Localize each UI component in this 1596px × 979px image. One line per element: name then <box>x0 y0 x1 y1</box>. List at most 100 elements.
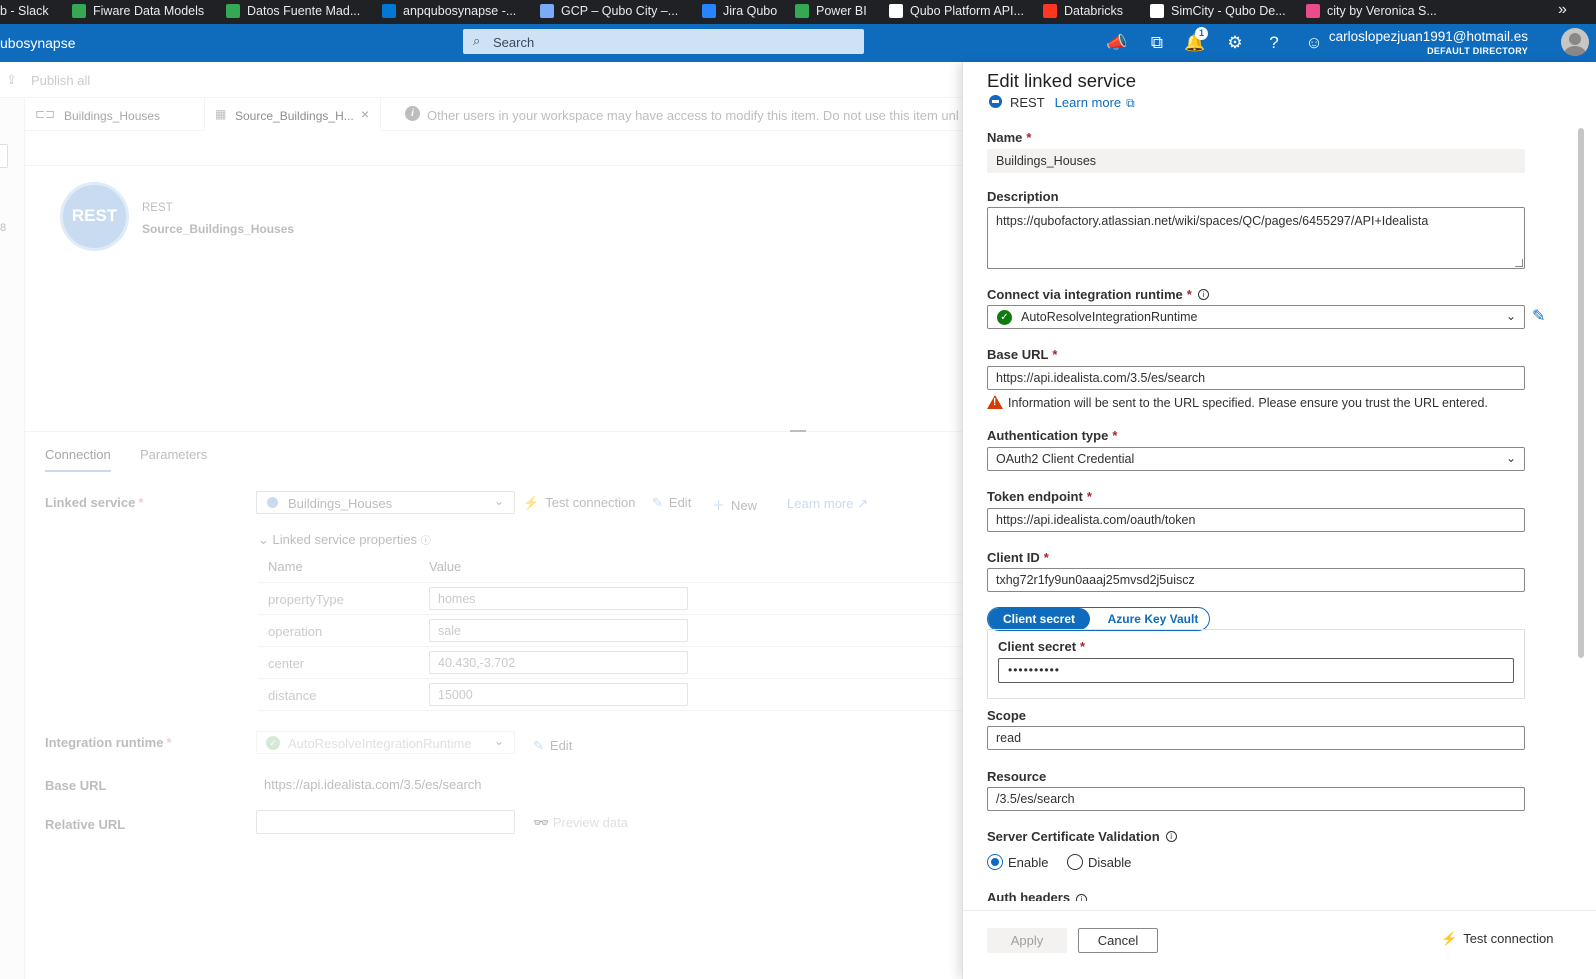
nav-box[interactable] <box>0 144 8 168</box>
github-icon <box>889 4 903 18</box>
glasses-icon: 👓 <box>533 815 550 830</box>
integration-runtime-select[interactable]: ✓ AutoResolveIntegrationRuntime ⌄ <box>256 731 515 754</box>
rest-logo-icon: REST <box>60 182 129 251</box>
check-circle-icon: ✓ <box>997 310 1012 325</box>
megaphone-icon[interactable]: 📣 <box>1106 33 1128 55</box>
ir-edit-button[interactable]: ✎ Edit <box>533 738 572 754</box>
linked-service-select[interactable]: Buildings_Houses ⌄ <box>256 491 515 514</box>
edit-runtime-pencil-icon[interactable]: ✎ <box>1532 306 1545 326</box>
feedback-icon[interactable]: ☺ <box>1303 33 1325 55</box>
chevron-down-icon: ⌄ <box>258 532 269 547</box>
publish-all-button[interactable]: Publish all <box>31 73 90 88</box>
avatar[interactable] <box>1561 28 1589 56</box>
param-value-input[interactable]: 40.430,-3.702 <box>429 651 688 674</box>
bookmark-label: Qubo Platform API... <box>910 4 1024 18</box>
bookmark-item[interactable]: city by Veronica S... <box>1306 0 1437 24</box>
close-tab-icon[interactable]: × <box>361 106 369 122</box>
bookmark-label: Power BI <box>816 4 867 18</box>
client-id-field[interactable]: txhg72r1fy9un0aaaj25mvsd2j5uiscz <box>987 568 1525 592</box>
dataset-canvas: REST REST Source_Buildings_Houses <box>25 165 962 495</box>
test-connection-button[interactable]: ⚡ Test connection <box>1441 931 1554 947</box>
dribbble-icon <box>1306 4 1320 18</box>
param-name: center <box>268 656 305 671</box>
chevron-down-icon: ⌄ <box>1505 451 1516 465</box>
plug-icon: ⚡ <box>1441 931 1458 946</box>
bookmark-label: Datos Fuente Mad... <box>247 4 361 18</box>
bookmark-item[interactable]: Databricks <box>1043 0 1123 24</box>
info-icon: i <box>1165 831 1177 842</box>
new-button[interactable]: ＋ New <box>712 495 757 514</box>
bookmark-label: anpqubosynapse -... <box>403 4 517 18</box>
scope-label: Scope <box>987 708 1027 723</box>
toolbar: ⇪ Publish all <box>0 62 962 98</box>
param-value-input[interactable]: homes <box>429 587 688 610</box>
bookmark-item[interactable]: Jira Qubo <box>702 0 777 24</box>
panel-footer: Apply Cancel ⚡ Test connection <box>963 910 1596 979</box>
base-url-label: Base URL <box>45 778 107 793</box>
linked-service-properties-toggle[interactable]: ⌄ Linked service properties ⓘ <box>258 532 431 548</box>
more-bookmarks-icon[interactable]: » <box>1558 0 1567 20</box>
bookmark-item[interactable]: GCP – Qubo City –... <box>540 0 678 24</box>
bookmark-item[interactable]: Fiware Data Models <box>72 0 204 24</box>
pane-divider <box>25 431 962 432</box>
cert-validation-label: Server Certificate Validation i <box>987 829 1177 844</box>
name-field[interactable]: Buildings_Houses <box>987 149 1525 173</box>
disable-radio[interactable]: Disable <box>1067 851 1131 870</box>
user-directory: DEFAULT DIRECTORY <box>1427 46 1528 56</box>
workspace-name[interactable]: ubosynapse <box>0 35 76 51</box>
apply-button[interactable]: Apply <box>987 928 1067 953</box>
preview-data-button[interactable]: 👓 Preview data <box>533 815 628 831</box>
azure-key-vault-option[interactable]: Azure Key Vault <box>1098 608 1208 630</box>
bookmark-item[interactable]: anpqubosynapse -... <box>382 0 516 24</box>
gear-icon[interactable]: ⚙ <box>1224 33 1246 55</box>
tab-buildings-houses[interactable]: ⊏⊐ Buildings_Houses <box>25 98 205 131</box>
bookmark-item[interactable]: SimCity - Qubo De... <box>1150 0 1286 24</box>
edit-button[interactable]: ✎ Edit <box>652 495 691 511</box>
bookmark-item[interactable]: Datos Fuente Mad... <box>226 0 360 24</box>
resource-field[interactable]: /3.5/es/search <box>987 787 1525 811</box>
pencil-icon: ✎ <box>533 738 544 753</box>
help-icon[interactable]: ? <box>1263 33 1285 55</box>
bookmark-item[interactable]: Power BI <box>795 0 867 24</box>
client-secret-option[interactable]: Client secret <box>988 608 1090 630</box>
tab-connection[interactable]: Connection <box>45 447 111 472</box>
column-header-name: Name <box>268 559 303 574</box>
directory-switch-icon[interactable]: ⧉ <box>1146 33 1168 55</box>
external-link-icon[interactable]: ⧉ <box>1126 96 1135 110</box>
auth-type-dropdown[interactable]: OAuth2 Client Credential ⌄ <box>987 447 1525 471</box>
resize-grip[interactable] <box>790 430 806 432</box>
relative-url-input[interactable] <box>256 810 515 834</box>
test-connection-button[interactable]: ⚡ Test connection <box>523 495 636 511</box>
client-secret-field[interactable]: •••••••••• <box>998 658 1514 683</box>
check-circle-icon: ✓ <box>266 736 280 750</box>
user-account[interactable]: carloslopezjuan1991@hotmail.es DEFAULT D… <box>1329 29 1528 58</box>
param-value-input[interactable]: 15000 <box>429 683 688 706</box>
bookmark-item[interactable]: Qubo Platform API... <box>889 0 1024 24</box>
tab-parameters[interactable]: Parameters <box>140 447 207 462</box>
token-endpoint-field[interactable]: https://api.idealista.com/oauth/token <box>987 508 1525 532</box>
integration-runtime-dropdown[interactable]: ✓ AutoResolveIntegrationRuntime ⌄ <box>987 305 1525 329</box>
left-nav: 8 <box>0 98 25 979</box>
search-placeholder: Search <box>493 35 535 50</box>
bookmark-label: Fiware Data Models <box>93 4 205 18</box>
base-url-field[interactable]: https://api.idealista.com/3.5/es/search <box>987 366 1525 390</box>
search-box[interactable]: ⌕ Search <box>463 29 864 54</box>
learn-more-link[interactable]: Learn more ↗ <box>787 496 868 512</box>
resize-handle-icon <box>1515 259 1523 267</box>
param-value-input[interactable]: sale <box>429 619 688 642</box>
param-name: distance <box>268 688 317 703</box>
plug-icon: ⚡ <box>523 495 540 510</box>
cancel-button[interactable]: Cancel <box>1078 928 1158 953</box>
tab-source-buildings-houses[interactable]: ▦ Source_Buildings_H... × <box>205 98 381 131</box>
panel-scrollbar[interactable] <box>1578 128 1584 658</box>
auth-type-label: Authentication type * <box>987 428 1118 443</box>
resource-label: Resource <box>987 769 1047 784</box>
enable-radio[interactable]: Enable <box>987 851 1048 870</box>
learn-more-link[interactable]: Learn more <box>1055 95 1121 110</box>
panel-title: Edit linked service <box>987 70 1137 91</box>
bookmarks-bar: b - Slack Fiware Data Models Datos Fuente … <box>0 0 1596 24</box>
sheets-icon <box>226 4 240 18</box>
description-field[interactable]: https://qubofactory.atlassian.net/wiki/s… <box>987 207 1525 269</box>
scope-field[interactable]: read <box>987 726 1525 750</box>
bookmark-item[interactable]: b - Slack <box>0 0 49 24</box>
